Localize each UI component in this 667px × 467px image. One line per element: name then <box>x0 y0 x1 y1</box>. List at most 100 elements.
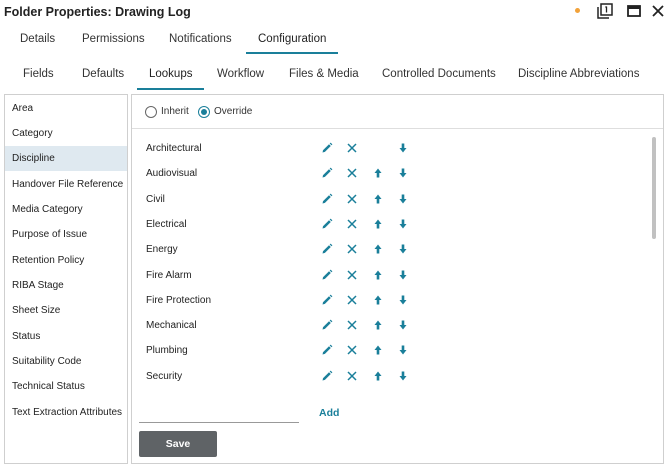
sidebar-item-suitability-code[interactable]: Suitability Code <box>5 349 127 374</box>
delete-icon[interactable] <box>346 319 358 331</box>
lookup-value-label: Fire Alarm <box>146 269 192 281</box>
save-button[interactable]: Save <box>139 431 217 457</box>
edit-icon[interactable] <box>321 370 333 382</box>
delete-icon[interactable] <box>346 142 358 154</box>
inherit-radio[interactable] <box>145 106 157 118</box>
tab-notifications[interactable]: Notifications <box>157 26 244 54</box>
move-down-icon[interactable] <box>397 370 409 382</box>
move-up-icon[interactable] <box>372 167 384 179</box>
document-count-icon[interactable] <box>597 3 613 19</box>
override-radio[interactable] <box>198 106 210 118</box>
delete-icon[interactable] <box>346 344 358 356</box>
sidebar-item-purpose-of-issue[interactable]: Purpose of Issue <box>5 222 127 247</box>
move-down-icon[interactable] <box>397 243 409 255</box>
close-icon[interactable] <box>650 3 666 19</box>
delete-icon[interactable] <box>346 294 358 306</box>
delete-icon[interactable] <box>346 167 358 179</box>
edit-icon[interactable] <box>321 243 333 255</box>
window-title: Folder Properties: Drawing Log <box>4 5 191 19</box>
move-down-icon[interactable] <box>397 319 409 331</box>
inherit-override-selector: Inherit Override <box>132 95 663 129</box>
sidebar-item-technical-status[interactable]: Technical Status <box>5 374 127 399</box>
edit-icon[interactable] <box>321 167 333 179</box>
tab-defaults[interactable]: Defaults <box>70 62 136 90</box>
lookup-value-label: Fire Protection <box>146 294 212 306</box>
tab-lookups[interactable]: Lookups <box>137 62 205 90</box>
move-up-icon[interactable] <box>372 370 384 382</box>
sidebar-item-riba-stage[interactable]: RIBA Stage <box>5 273 127 298</box>
lookup-value-label: Security <box>146 370 183 382</box>
delete-icon[interactable] <box>346 269 358 281</box>
move-down-icon[interactable] <box>397 269 409 281</box>
move-up-icon[interactable] <box>372 218 384 230</box>
delete-icon[interactable] <box>346 193 358 205</box>
move-up-icon[interactable] <box>372 344 384 356</box>
maximize-icon[interactable] <box>626 3 642 19</box>
inherit-label: Inherit <box>161 106 189 117</box>
sidebar-item-sheet-size[interactable]: Sheet Size <box>5 298 127 323</box>
sidebar-item-category[interactable]: Category <box>5 121 127 146</box>
tab-configuration[interactable]: Configuration <box>246 26 339 54</box>
move-up-icon[interactable] <box>372 269 384 281</box>
lookup-value-label: Mechanical <box>146 320 197 332</box>
lookup-value-row: Fire Alarm <box>132 263 632 288</box>
tab-files-media[interactable]: Files & Media <box>277 62 371 90</box>
lookup-value-label: Energy <box>146 244 178 256</box>
move-down-icon[interactable] <box>397 218 409 230</box>
lookup-value-row: Security <box>132 364 632 389</box>
lookup-value-row: Mechanical <box>132 313 632 338</box>
lookup-value-row: Electrical <box>132 212 632 237</box>
edit-icon[interactable] <box>321 319 333 331</box>
edit-icon[interactable] <box>321 294 333 306</box>
tab-discipline-abbreviations[interactable]: Discipline Abbreviations <box>506 62 651 90</box>
lookup-value-row: Audiovisual <box>132 161 632 186</box>
tab-workflow[interactable]: Workflow <box>205 62 276 90</box>
lookup-value-label: Architectural <box>146 143 202 154</box>
edit-icon[interactable] <box>321 344 333 356</box>
override-label: Override <box>214 106 253 117</box>
move-down-icon[interactable] <box>397 344 409 356</box>
move-up-icon[interactable] <box>372 319 384 331</box>
tab-details[interactable]: Details <box>8 26 67 54</box>
lookup-list-sidebar: Area Category Discipline Handover File R… <box>4 94 128 464</box>
new-value-input[interactable] <box>139 403 299 423</box>
sidebar-item-discipline[interactable]: Discipline <box>5 146 127 171</box>
sidebar-item-status[interactable]: Status <box>5 324 127 349</box>
move-down-icon[interactable] <box>397 142 409 154</box>
tab-permissions[interactable]: Permissions <box>70 26 157 54</box>
sidebar-item-handover-file-reference[interactable]: Handover File Reference <box>5 172 127 197</box>
tab-fields[interactable]: Fields <box>11 62 66 90</box>
sidebar-item-retention-policy[interactable]: Retention Policy <box>5 248 127 273</box>
title-bar: Folder Properties: Drawing Log <box>0 0 667 24</box>
scrollbar[interactable] <box>652 137 656 239</box>
tab-controlled-documents[interactable]: Controlled Documents <box>370 62 508 90</box>
sidebar-item-media-category[interactable]: Media Category <box>5 197 127 222</box>
edit-icon[interactable] <box>321 269 333 281</box>
move-up-icon[interactable] <box>372 243 384 255</box>
unsaved-indicator-icon <box>575 8 580 13</box>
edit-icon[interactable] <box>321 142 333 154</box>
sub-tab-bar: Fields Defaults Lookups Workflow Files &… <box>0 62 667 90</box>
move-up-icon[interactable] <box>372 193 384 205</box>
lookup-value-row: Architectural <box>132 136 632 161</box>
edit-icon[interactable] <box>321 218 333 230</box>
lookup-value-label: Electrical <box>146 218 187 230</box>
delete-icon[interactable] <box>346 370 358 382</box>
lookup-value-row: Fire Protection <box>132 288 632 313</box>
move-down-icon[interactable] <box>397 167 409 179</box>
lookup-value-label: Plumbing <box>146 345 188 357</box>
lookup-values-panel: Inherit Override Architectural Audiovisua… <box>131 94 664 464</box>
edit-icon[interactable] <box>321 193 333 205</box>
delete-icon[interactable] <box>346 243 358 255</box>
lookup-value-label: Civil <box>146 193 165 205</box>
lookup-value-row: Energy <box>132 237 632 262</box>
sidebar-item-area[interactable]: Area <box>5 96 127 121</box>
move-down-icon[interactable] <box>397 294 409 306</box>
top-tab-bar: Details Permissions Notifications Config… <box>0 26 667 54</box>
add-button[interactable]: Add <box>319 407 339 419</box>
sidebar-item-text-extraction-attributes[interactable]: Text Extraction Attributes <box>5 400 127 425</box>
lookup-value-row: Plumbing <box>132 338 632 363</box>
delete-icon[interactable] <box>346 218 358 230</box>
move-down-icon[interactable] <box>397 193 409 205</box>
move-up-icon[interactable] <box>372 294 384 306</box>
